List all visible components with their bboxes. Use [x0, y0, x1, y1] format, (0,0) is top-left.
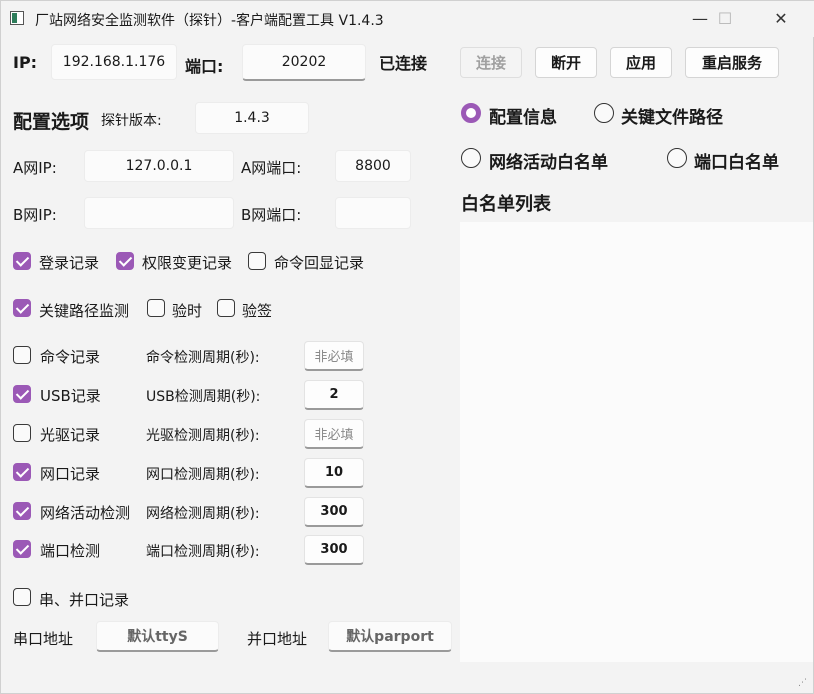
resize-grip-icon[interactable]: ⋰: [798, 678, 807, 688]
restart-service-button[interactable]: 重启服务: [685, 47, 779, 78]
monitor-checkbox[interactable]: [13, 385, 31, 403]
window-title: 厂站网络安全监测软件（探针）-客户端配置工具 V1.4.3: [35, 13, 384, 29]
ip-label: IP:: [13, 53, 38, 72]
serial-address-input[interactable]: 默认ttyS: [96, 621, 219, 652]
config-section-title: 配置选项: [13, 111, 90, 133]
a-ip-input[interactable]: 127.0.0.1: [84, 150, 234, 182]
monitor-checkbox[interactable]: [13, 424, 31, 442]
login-record-label: 登录记录: [39, 254, 100, 272]
monitor-period-label: 网络检测周期(秒):: [146, 506, 260, 522]
connection-status: 已连接: [379, 54, 428, 73]
app-window-icon: [10, 11, 24, 25]
radio-port-whitelist-label: 端口白名单: [694, 153, 779, 173]
monitor-period-label: USB检测周期(秒):: [146, 389, 261, 405]
disconnect-button[interactable]: 断开: [535, 47, 597, 78]
key-path-monitor-checkbox[interactable]: [13, 299, 31, 317]
serial-parallel-label: 串、并口记录: [39, 591, 130, 609]
monitor-period-input[interactable]: 非必填: [304, 419, 364, 449]
radio-key-file-path-label: 关键文件路径: [621, 108, 723, 128]
port-label: 端口:: [185, 57, 224, 76]
monitor-period-input[interactable]: 300: [304, 497, 364, 527]
whitelist-title: 白名单列表: [461, 194, 551, 215]
monitor-period-input[interactable]: 300: [304, 535, 364, 565]
whitelist-list[interactable]: [460, 222, 813, 662]
serial-address-label: 串口地址: [13, 630, 74, 648]
a-port-label: A网端口:: [241, 159, 302, 177]
monitor-period-input[interactable]: 10: [304, 458, 364, 488]
probe-version-field: 1.4.3: [195, 102, 309, 134]
b-port-input[interactable]: [335, 197, 411, 229]
timing-check-label: 验时: [172, 302, 203, 320]
serial-parallel-checkbox[interactable]: [13, 588, 31, 606]
connect-button[interactable]: 连接: [460, 47, 522, 78]
monitor-period-label: 网口检测周期(秒):: [146, 467, 260, 483]
monitor-label: 网口记录: [40, 465, 101, 483]
close-button[interactable]: ✕: [758, 1, 804, 35]
signature-check-checkbox[interactable]: [217, 299, 235, 317]
monitor-label: 命令记录: [40, 348, 101, 366]
title-bar: 厂站网络安全监测软件（探针）-客户端配置工具 V1.4.3 — ☐ ✕: [1, 1, 814, 37]
ip-input[interactable]: 192.168.1.176: [51, 44, 177, 80]
radio-config-info-label: 配置信息: [489, 108, 557, 128]
monitor-checkbox[interactable]: [13, 502, 31, 520]
monitor-checkbox[interactable]: [13, 540, 31, 558]
radio-config-info[interactable]: [461, 103, 481, 123]
monitor-period-label: 端口检测周期(秒):: [146, 544, 260, 560]
command-echo-label: 命令回显记录: [274, 254, 365, 272]
probe-version-label: 探针版本:: [101, 113, 162, 129]
port-input[interactable]: 20202: [242, 44, 366, 81]
radio-network-whitelist[interactable]: [461, 148, 481, 168]
monitor-checkbox[interactable]: [13, 346, 31, 364]
signature-check-label: 验签: [242, 302, 273, 320]
radio-network-whitelist-label: 网络活动白名单: [489, 153, 608, 173]
monitor-period-input[interactable]: 2: [304, 380, 364, 410]
maximize-button[interactable]: ☐: [702, 1, 748, 35]
timing-check-checkbox[interactable]: [147, 299, 165, 317]
monitor-period-input[interactable]: 非必填: [304, 341, 364, 371]
key-path-monitor-label: 关键路径监测: [39, 302, 130, 320]
command-echo-checkbox[interactable]: [248, 252, 266, 270]
apply-button[interactable]: 应用: [610, 47, 672, 78]
radio-key-file-path[interactable]: [594, 103, 614, 123]
a-port-input[interactable]: 8800: [335, 150, 411, 182]
b-port-label: B网端口:: [241, 206, 302, 224]
permission-change-label: 权限变更记录: [142, 254, 233, 272]
parallel-address-label: 并口地址: [247, 630, 308, 648]
monitor-period-label: 命令检测周期(秒):: [146, 350, 260, 366]
permission-change-checkbox[interactable]: [116, 252, 134, 270]
monitor-period-label: 光驱检测周期(秒):: [146, 428, 260, 444]
main-window: 厂站网络安全监测软件（探针）-客户端配置工具 V1.4.3 — ☐ ✕ IP: …: [0, 0, 814, 694]
monitor-label: 网络活动检测: [40, 504, 131, 522]
monitor-label: 光驱记录: [40, 426, 101, 444]
b-ip-label: B网IP:: [13, 206, 57, 224]
b-ip-input[interactable]: [84, 197, 234, 229]
monitor-label: USB记录: [40, 387, 101, 405]
login-record-checkbox[interactable]: [13, 252, 31, 270]
monitor-label: 端口检测: [40, 542, 101, 560]
monitor-checkbox[interactable]: [13, 463, 31, 481]
a-ip-label: A网IP:: [13, 159, 57, 177]
radio-port-whitelist[interactable]: [667, 148, 687, 168]
parallel-address-input[interactable]: 默认parport: [328, 621, 452, 652]
